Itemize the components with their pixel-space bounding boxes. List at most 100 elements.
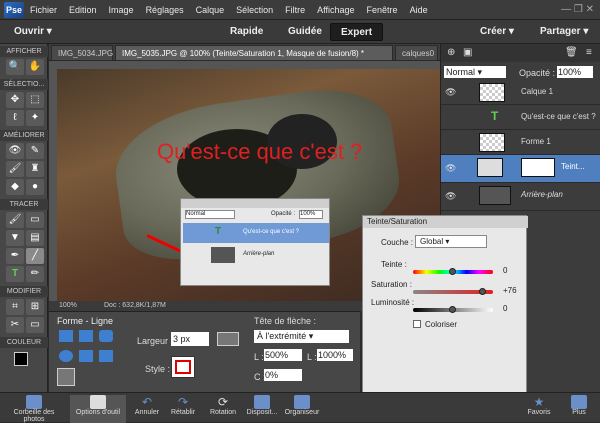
layer-teinte-saturation[interactable]: 👁 Teint...	[441, 155, 600, 183]
rotate-button[interactable]: ⟳ Rotation	[204, 395, 242, 423]
mode-guidee-tab[interactable]: Guidée	[278, 23, 332, 41]
gradient-tool-icon[interactable]: ▤	[26, 230, 44, 246]
section-modifier: MODIFIER	[0, 286, 48, 297]
menu-affichage[interactable]: Affichage	[317, 5, 354, 15]
menu-fenetre[interactable]: Fenêtre	[367, 5, 398, 15]
layer-calque-1[interactable]: 👁 Calque 1	[441, 80, 600, 105]
ellipse-shape-icon[interactable]	[59, 350, 73, 362]
move-tool-icon[interactable]: ✥	[6, 92, 24, 108]
line-tool-icon[interactable]: ╱	[26, 248, 44, 264]
menu-selection[interactable]: Sélection	[236, 5, 273, 15]
menu-image[interactable]: Image	[109, 5, 134, 15]
text-layer-icon: T	[215, 226, 222, 237]
arrow-length-field[interactable]: 500%	[264, 349, 302, 361]
rounded-rect-icon[interactable]	[99, 330, 113, 342]
paint-bucket-icon[interactable]: ▼	[6, 230, 24, 246]
panel-menu-icon[interactable]: ≡	[586, 47, 592, 58]
smart-brush-icon[interactable]: 🖌	[6, 161, 24, 177]
type-tool-icon[interactable]: T	[6, 266, 24, 282]
channel-select[interactable]: Global ▾	[415, 235, 487, 248]
menu-fichier[interactable]: Fichier	[30, 5, 57, 15]
sponge-tool-icon[interactable]: ●	[26, 179, 44, 195]
trash-icon[interactable]: 🗑	[565, 47, 578, 58]
arrow-width-field[interactable]: 1000%	[317, 349, 353, 361]
mini-layers-panel: Normal Opacité : 100% T Qu'est-ce que c'…	[180, 198, 330, 286]
red-eye-tool-icon[interactable]: 👁	[6, 143, 24, 159]
width-field[interactable]: 3 px	[171, 332, 209, 346]
open-button[interactable]: Ouvrir ▾	[4, 23, 62, 41]
favorites-button[interactable]: ★ Favoris	[524, 395, 554, 423]
new-layer-icon[interactable]: ⊕	[447, 47, 455, 58]
section-tracer: TRACER	[0, 199, 48, 210]
eye-icon[interactable]: 👁	[445, 191, 456, 202]
menu-calque[interactable]: Calque	[196, 5, 225, 15]
brush-tool-icon[interactable]: 🖌	[6, 212, 24, 228]
colorize-checkbox[interactable]	[413, 320, 421, 328]
blend-mode-select[interactable]: Normal ▾	[444, 66, 506, 78]
menu-aide[interactable]: Aide	[410, 5, 428, 15]
mini-layer-text[interactable]: T Qu'est-ce que c'est ?	[183, 223, 329, 243]
hand-tool-icon[interactable]: ✋	[26, 59, 44, 75]
pencil-tool-icon[interactable]: ✏	[26, 266, 44, 282]
mini-opacity-field[interactable]: 100%	[299, 210, 323, 219]
opacity-field[interactable]: 100%	[557, 66, 593, 78]
arrowhead-select[interactable]: À l'extrémité ▾	[254, 330, 349, 343]
horizontal-ruler	[49, 61, 440, 69]
tab-img-5034[interactable]: IMG_5034.JPG	[51, 45, 113, 61]
create-button[interactable]: Créer ▾	[470, 23, 524, 41]
menu-edition[interactable]: Edition	[69, 5, 97, 15]
zoom-tool-icon[interactable]: 🔍	[6, 59, 24, 75]
star-shape-icon[interactable]	[59, 330, 73, 342]
content-move-icon[interactable]: ✂	[6, 317, 24, 333]
mini-layer-background[interactable]: Arrière-plan	[183, 245, 329, 265]
lightness-value: 0	[503, 304, 508, 313]
concavity-field[interactable]: 0%	[264, 369, 302, 381]
redo-button[interactable]: ↷ Rétablir	[168, 395, 198, 423]
mini-blend-mode[interactable]: Normal	[185, 210, 235, 219]
recompose-tool-icon[interactable]: ⊞	[26, 299, 44, 315]
style-swatch[interactable]	[171, 356, 195, 378]
undo-button[interactable]: ↶ Annuler	[132, 395, 162, 423]
organizer-button[interactable]: Organiseur	[282, 395, 322, 423]
color-swatch-button[interactable]	[217, 332, 239, 346]
menu-filtre[interactable]: Filtre	[285, 5, 305, 15]
app-logo: Pse	[4, 2, 24, 18]
layer-arriere-plan[interactable]: 👁 Arrière-plan	[441, 183, 600, 211]
clone-stamp-icon[interactable]: ♜	[26, 161, 44, 177]
marquee-tool-icon[interactable]: ⬚	[26, 92, 44, 108]
crop-tool-icon[interactable]: ⌗	[6, 299, 24, 315]
tool-options-button[interactable]: Options d'outil	[70, 395, 126, 423]
foreground-color-swatch[interactable]	[14, 352, 28, 366]
blur-tool-icon[interactable]: ◆	[6, 179, 24, 195]
layer-forme-1[interactable]: Forme 1	[441, 130, 600, 155]
tab-img-5035[interactable]: IMG_5035.JPG @ 100% (Teinte/Saturation 1…	[115, 45, 393, 61]
eraser-tool-icon[interactable]: ▭	[26, 212, 44, 228]
layout-button[interactable]: Disposit...	[244, 395, 280, 423]
custom-shape-icon[interactable]	[99, 350, 113, 362]
share-button[interactable]: Partager ▾	[530, 23, 598, 41]
eye-icon[interactable]: 👁	[445, 87, 456, 98]
arrowhead-label: Tête de flèche :	[254, 316, 317, 326]
photo-bin-button[interactable]: Corbeille des photos	[4, 395, 64, 423]
mode-expert-tab[interactable]: Expert	[330, 23, 384, 41]
polygon-shape-icon[interactable]	[79, 350, 93, 362]
layer-text[interactable]: T Qu'est-ce que c'est ?	[441, 105, 600, 130]
colorize-label: Coloriser	[425, 320, 458, 329]
mode-rapide-tab[interactable]: Rapide	[220, 23, 273, 41]
healing-brush-icon[interactable]: ✎	[26, 143, 44, 159]
line-shape-icon[interactable]	[57, 368, 75, 386]
eyedropper-icon[interactable]: ✒	[6, 248, 24, 264]
lasso-tool-icon[interactable]: ℓ	[6, 110, 24, 126]
more-button[interactable]: Plus	[564, 395, 594, 423]
lightness-knob[interactable]	[449, 306, 456, 313]
window-controls[interactable]: — ❐ ✕	[524, 4, 594, 16]
hue-knob[interactable]	[449, 268, 456, 275]
eye-icon[interactable]: 👁	[445, 163, 456, 174]
magic-wand-icon[interactable]: ✦	[26, 110, 44, 126]
rectangle-shape-icon[interactable]	[79, 330, 93, 342]
straighten-tool-icon[interactable]: ▭	[26, 317, 44, 333]
tab-calques[interactable]: calques0	[395, 45, 438, 61]
mini-panel-header	[181, 199, 329, 208]
menu-reglages[interactable]: Réglages	[146, 5, 184, 15]
group-icon[interactable]: ▣	[463, 47, 472, 58]
